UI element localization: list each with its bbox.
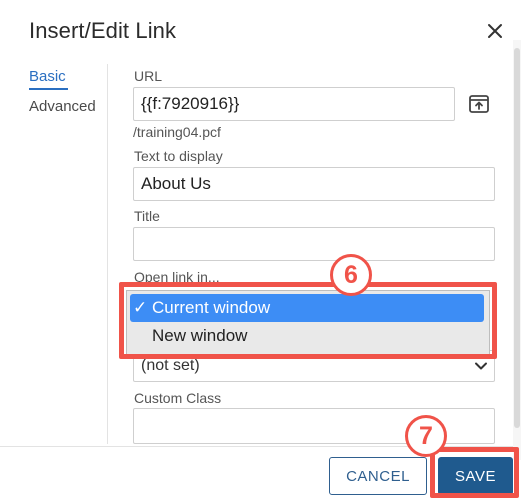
dialog-title: Insert/Edit Link <box>29 18 177 43</box>
text-to-display-label: Text to display <box>134 148 223 164</box>
tab-basic[interactable]: Basic <box>29 68 66 85</box>
step-badge-a: 6 <box>330 254 372 296</box>
tab-advanced[interactable]: Advanced <box>29 98 96 115</box>
cancel-button[interactable]: CANCEL <box>329 457 427 495</box>
text-to-display-input[interactable] <box>133 167 495 201</box>
custom-class-label: Custom Class <box>134 390 222 406</box>
rel-select-value: (not set) <box>141 357 200 374</box>
title-input[interactable] <box>133 227 495 261</box>
browse-file-icon[interactable] <box>467 92 491 116</box>
insert-edit-link-dialog: Insert/Edit Link Basic Advanced URL /tra… <box>0 0 521 498</box>
url-label: URL <box>134 68 163 84</box>
highlight-box-step-a <box>119 282 497 359</box>
url-input[interactable] <box>133 87 455 121</box>
title-label: Title <box>134 208 160 224</box>
highlight-box-step-b <box>430 447 519 498</box>
dialog-header: Insert/Edit Link <box>0 0 521 62</box>
tab-active-indicator <box>29 88 68 90</box>
scrollbar-thumb[interactable] <box>514 48 520 428</box>
url-path: /training04.pcf <box>133 124 221 140</box>
nav-divider <box>107 64 108 444</box>
step-badge-b: 7 <box>405 415 447 457</box>
close-icon[interactable] <box>483 19 507 43</box>
chevron-down-icon <box>474 359 488 378</box>
